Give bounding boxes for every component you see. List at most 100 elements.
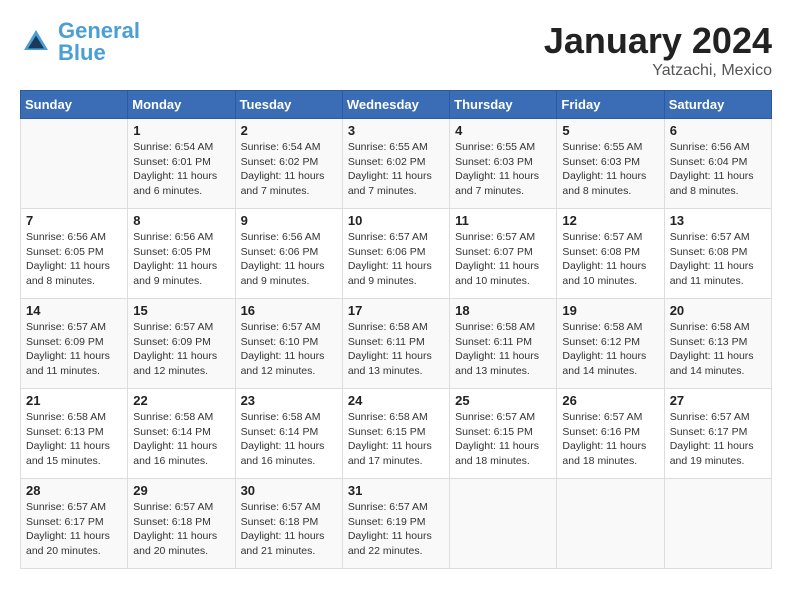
day-number: 12 <box>562 213 658 228</box>
day-number: 10 <box>348 213 444 228</box>
calendar-cell: 20 Sunrise: 6:58 AMSunset: 6:13 PMDayligh… <box>664 299 771 389</box>
day-info: Sunrise: 6:56 AMSunset: 6:06 PMDaylight:… <box>241 230 337 289</box>
calendar-cell: 5 Sunrise: 6:55 AMSunset: 6:03 PMDaylight… <box>557 119 664 209</box>
calendar-cell: 2 Sunrise: 6:54 AMSunset: 6:02 PMDaylight… <box>235 119 342 209</box>
calendar-cell: 23Sunrise: 6:58 AMSunset: 6:14 PMDayligh… <box>235 389 342 479</box>
day-number: 24 <box>348 393 444 408</box>
calendar-cell: 9Sunrise: 6:56 AMSunset: 6:06 PMDaylight… <box>235 209 342 299</box>
day-number: 23 <box>241 393 337 408</box>
day-info: Sunrise: 6:54 AMSunset: 6:02 PMDaylight:… <box>241 140 337 199</box>
day-number: 8 <box>133 213 229 228</box>
calendar-cell: 12 Sunrise: 6:57 AMSunset: 6:08 PMDayligh… <box>557 209 664 299</box>
day-number: 19 <box>562 303 658 318</box>
day-number: 15 <box>133 303 229 318</box>
calendar-cell: 22 Sunrise: 6:58 AMSunset: 6:14 PMDayligh… <box>128 389 235 479</box>
page-header: General Blue January 2024 Yatzachi, Mexi… <box>20 20 772 80</box>
calendar-cell: 17 Sunrise: 6:58 AMSunset: 6:11 PMDayligh… <box>342 299 449 389</box>
day-info: Sunrise: 6:58 AMSunset: 6:11 PMDaylight:… <box>348 320 444 379</box>
calendar-week-row: 28 Sunrise: 6:57 AMSunset: 6:17 PMDayligh… <box>21 479 772 569</box>
day-info: Sunrise: 6:57 AMSunset: 6:09 PMDaylight:… <box>26 320 122 379</box>
day-info: Sunrise: 6:58 AMSunset: 6:14 PMDaylight:… <box>133 410 229 469</box>
calendar-cell: 26 Sunrise: 6:57 AMSunset: 6:16 PMDayligh… <box>557 389 664 479</box>
calendar-cell: 25 Sunrise: 6:57 AMSunset: 6:15 PMDayligh… <box>450 389 557 479</box>
column-header-monday: Monday <box>128 91 235 119</box>
day-info: Sunrise: 6:57 AMSunset: 6:06 PMDaylight:… <box>348 230 444 289</box>
day-info: Sunrise: 6:56 AMSunset: 6:05 PMDaylight:… <box>133 230 229 289</box>
day-info: Sunrise: 6:58 AMSunset: 6:11 PMDaylight:… <box>455 320 551 379</box>
day-info: Sunrise: 6:57 AMSunset: 6:07 PMDaylight:… <box>455 230 551 289</box>
day-info: Sunrise: 6:57 AMSunset: 6:09 PMDaylight:… <box>133 320 229 379</box>
day-info: Sunrise: 6:57 AMSunset: 6:18 PMDaylight:… <box>133 500 229 559</box>
day-number: 17 <box>348 303 444 318</box>
calendar-cell: 4 Sunrise: 6:55 AMSunset: 6:03 PMDaylight… <box>450 119 557 209</box>
day-info: Sunrise: 6:56 AMSunset: 6:05 PMDaylight:… <box>26 230 122 289</box>
day-number: 22 <box>133 393 229 408</box>
day-info: Sunrise: 6:58 AMSunset: 6:15 PMDaylight:… <box>348 410 444 469</box>
calendar-week-row: 14 Sunrise: 6:57 AMSunset: 6:09 PMDayligh… <box>21 299 772 389</box>
day-info: Sunrise: 6:58 AMSunset: 6:12 PMDaylight:… <box>562 320 658 379</box>
calendar-cell: 1 Sunrise: 6:54 AMSunset: 6:01 PMDaylight… <box>128 119 235 209</box>
calendar-table: SundayMondayTuesdayWednesdayThursdayFrid… <box>20 90 772 569</box>
day-info: Sunrise: 6:55 AMSunset: 6:03 PMDaylight:… <box>562 140 658 199</box>
day-number: 3 <box>348 123 444 138</box>
calendar-cell: 31 Sunrise: 6:57 AMSunset: 6:19 PMDayligh… <box>342 479 449 569</box>
day-info: Sunrise: 6:55 AMSunset: 6:03 PMDaylight:… <box>455 140 551 199</box>
day-number: 26 <box>562 393 658 408</box>
logo-text: General Blue <box>58 20 140 64</box>
day-number: 28 <box>26 483 122 498</box>
day-info: Sunrise: 6:57 AMSunset: 6:17 PMDaylight:… <box>26 500 122 559</box>
day-info: Sunrise: 6:58 AMSunset: 6:13 PMDaylight:… <box>26 410 122 469</box>
day-info: Sunrise: 6:58 AMSunset: 6:13 PMDaylight:… <box>670 320 766 379</box>
calendar-cell: 19 Sunrise: 6:58 AMSunset: 6:12 PMDayligh… <box>557 299 664 389</box>
calendar-cell: 14 Sunrise: 6:57 AMSunset: 6:09 PMDayligh… <box>21 299 128 389</box>
day-info: Sunrise: 6:54 AMSunset: 6:01 PMDaylight:… <box>133 140 229 199</box>
day-number: 29 <box>133 483 229 498</box>
calendar-cell: 29 Sunrise: 6:57 AMSunset: 6:18 PMDayligh… <box>128 479 235 569</box>
calendar-cell: 10 Sunrise: 6:57 AMSunset: 6:06 PMDayligh… <box>342 209 449 299</box>
day-number: 13 <box>670 213 766 228</box>
day-number: 5 <box>562 123 658 138</box>
day-number: 25 <box>455 393 551 408</box>
day-number: 21 <box>26 393 122 408</box>
day-info: Sunrise: 6:55 AMSunset: 6:02 PMDaylight:… <box>348 140 444 199</box>
calendar-cell <box>21 119 128 209</box>
calendar-cell: 8 Sunrise: 6:56 AMSunset: 6:05 PMDaylight… <box>128 209 235 299</box>
calendar-cell: 7 Sunrise: 6:56 AMSunset: 6:05 PMDaylight… <box>21 209 128 299</box>
day-info: Sunrise: 6:57 AMSunset: 6:17 PMDaylight:… <box>670 410 766 469</box>
day-number: 27 <box>670 393 766 408</box>
day-info: Sunrise: 6:56 AMSunset: 6:04 PMDaylight:… <box>670 140 766 199</box>
day-info: Sunrise: 6:57 AMSunset: 6:18 PMDaylight:… <box>241 500 337 559</box>
day-info: Sunrise: 6:57 AMSunset: 6:16 PMDaylight:… <box>562 410 658 469</box>
calendar-cell: 18Sunrise: 6:58 AMSunset: 6:11 PMDayligh… <box>450 299 557 389</box>
calendar-cell: 21 Sunrise: 6:58 AMSunset: 6:13 PMDayligh… <box>21 389 128 479</box>
calendar-cell: 27 Sunrise: 6:57 AMSunset: 6:17 PMDayligh… <box>664 389 771 479</box>
column-header-tuesday: Tuesday <box>235 91 342 119</box>
day-info: Sunrise: 6:57 AMSunset: 6:08 PMDaylight:… <box>562 230 658 289</box>
day-number: 14 <box>26 303 122 318</box>
day-number: 31 <box>348 483 444 498</box>
calendar-cell: 13 Sunrise: 6:57 AMSunset: 6:08 PMDayligh… <box>664 209 771 299</box>
calendar-cell <box>664 479 771 569</box>
calendar-cell: 16Sunrise: 6:57 AMSunset: 6:10 PMDayligh… <box>235 299 342 389</box>
day-number: 20 <box>670 303 766 318</box>
calendar-week-row: 1 Sunrise: 6:54 AMSunset: 6:01 PMDaylight… <box>21 119 772 209</box>
calendar-cell: 15 Sunrise: 6:57 AMSunset: 6:09 PMDayligh… <box>128 299 235 389</box>
day-number: 2 <box>241 123 337 138</box>
day-info: Sunrise: 6:57 AMSunset: 6:19 PMDaylight:… <box>348 500 444 559</box>
day-number: 30 <box>241 483 337 498</box>
day-number: 1 <box>133 123 229 138</box>
day-info: Sunrise: 6:57 AMSunset: 6:08 PMDaylight:… <box>670 230 766 289</box>
column-header-friday: Friday <box>557 91 664 119</box>
logo-icon <box>20 26 52 58</box>
calendar-cell: 11 Sunrise: 6:57 AMSunset: 6:07 PMDayligh… <box>450 209 557 299</box>
title-block: January 2024 Yatzachi, Mexico <box>544 20 772 80</box>
day-number: 11 <box>455 213 551 228</box>
column-header-saturday: Saturday <box>664 91 771 119</box>
calendar-header-row: SundayMondayTuesdayWednesdayThursdayFrid… <box>21 91 772 119</box>
day-number: 4 <box>455 123 551 138</box>
location-title: Yatzachi, Mexico <box>544 62 772 80</box>
day-number: 7 <box>26 213 122 228</box>
day-info: Sunrise: 6:57 AMSunset: 6:15 PMDaylight:… <box>455 410 551 469</box>
column-header-wednesday: Wednesday <box>342 91 449 119</box>
calendar-cell: 24 Sunrise: 6:58 AMSunset: 6:15 PMDayligh… <box>342 389 449 479</box>
